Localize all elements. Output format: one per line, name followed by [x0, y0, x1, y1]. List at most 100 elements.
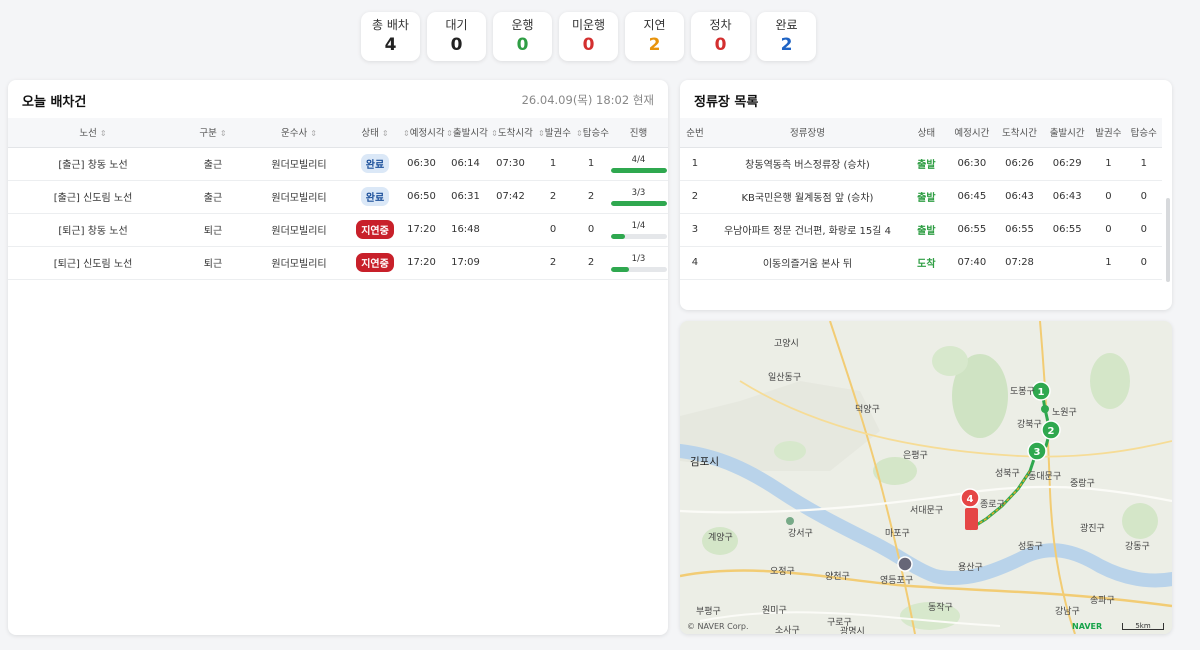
stat-card[interactable]: 총 배차 4 [361, 12, 420, 61]
progress-bar: 1/4 [610, 221, 667, 239]
dispatch-arrived-cell: 07:42 [488, 180, 533, 214]
dispatch-col-header[interactable]: 운수사 ⇕ [248, 118, 350, 148]
stop-arrived-cell: 06:55 [995, 213, 1044, 247]
stop-seq-cell: 1 [680, 147, 710, 181]
sort-icon[interactable]: ⇕ [100, 129, 107, 138]
naver-logo: NAVER [1072, 622, 1103, 631]
dispatch-row[interactable]: [출근] 창동 노선 출근 원더모빌리티 완료 06:30 06:14 07:30 1 1 4/4 [8, 147, 668, 181]
sort-icon[interactable]: ⇕ [576, 129, 583, 138]
route-map[interactable]: 1 2 3 4 고양시 일산동구 덕양구 도봉구 노원구 강북구 김포시 은평구… [680, 321, 1172, 634]
dispatch-col-header[interactable]: ⇕발권수 [533, 118, 573, 148]
dispatch-boarded-cell: 2 [573, 246, 609, 280]
map-label: 강동구 [1125, 542, 1150, 552]
map-marker-2[interactable]: 2 [1041, 420, 1061, 440]
stop-status-cell: 출발 [904, 213, 948, 247]
stop-row[interactable]: 2 KB국민은행 월계동점 앞 (승차) 출발 06:45 06:43 06:43 0 0 [680, 180, 1162, 214]
stop-boarded-cell: 1 [1125, 147, 1162, 181]
dispatch-progress-cell: 3/3 [609, 180, 668, 214]
stop-row[interactable]: 1 창동역동측 버스정류장 (승차) 출발 06:30 06:26 06:29 1 1 [680, 147, 1162, 181]
stops-col-header: 출발시간 [1043, 118, 1092, 148]
stops-col-header: 예정시간 [947, 118, 996, 148]
sort-icon[interactable]: ⇕ [310, 129, 317, 138]
map-marker-3[interactable]: 3 [1027, 441, 1047, 461]
stop-seq-cell: 4 [680, 246, 710, 280]
dispatch-tickets-cell: 1 [533, 147, 573, 181]
stop-status-cell: 출발 [904, 147, 948, 181]
map-label: 소사구 [775, 626, 800, 634]
map-label: 종로구 [980, 500, 1005, 510]
stop-scheduled-cell: 06:55 [947, 213, 996, 247]
stat-value: 0 [516, 34, 529, 55]
stat-label: 지연 [643, 17, 666, 32]
map-label: 성동구 [1018, 542, 1043, 552]
dispatch-route-cell: [퇴근] 신도림 노선 [8, 246, 178, 280]
dispatch-progress-cell: 1/4 [609, 213, 668, 247]
stat-card[interactable]: 정차 0 [691, 12, 750, 61]
dispatch-type-cell: 퇴근 [178, 246, 248, 280]
map-label: 광명시 [840, 627, 865, 634]
map-canvas[interactable]: 1 2 3 4 [680, 321, 1172, 634]
dispatch-col-header[interactable]: ⇕예정시각 [400, 118, 445, 148]
sort-icon[interactable]: ⇕ [491, 129, 498, 138]
stop-tickets-cell: 1 [1091, 246, 1126, 280]
dispatch-arrived-cell: 07:30 [488, 147, 533, 181]
map-label: 덕양구 [855, 405, 880, 415]
map-label: 영등포구 [880, 576, 914, 586]
map-label: 동작구 [928, 603, 953, 613]
dispatch-progress-cell: 4/4 [609, 147, 668, 181]
map-marker-4-label: 4 [967, 494, 974, 505]
stops-col-header: 순번 [680, 118, 710, 148]
map-label: 일산동구 [768, 373, 802, 383]
stop-boarded-cell: 0 [1125, 180, 1162, 214]
dispatch-type-cell: 출근 [178, 180, 248, 214]
sort-icon[interactable]: ⇕ [403, 129, 410, 138]
dispatch-route-cell: [출근] 신도림 노선 [8, 180, 178, 214]
dispatch-tickets-cell: 2 [533, 180, 573, 214]
stat-value: 4 [384, 34, 397, 55]
stat-card[interactable]: 완료 2 [757, 12, 816, 61]
dispatch-col-header[interactable]: 상태 ⇕ [350, 118, 400, 148]
map-label: 원미구 [762, 606, 787, 616]
column-label: 운수사 [281, 128, 308, 140]
stops-col-header: 정류장명 [709, 118, 905, 148]
stat-card[interactable]: 대기 0 [427, 12, 486, 61]
dispatch-col-header[interactable]: ⇕출발시각 [443, 118, 488, 148]
dispatch-row[interactable]: [퇴근] 신도림 노선 퇴근 원더모빌리티 지연중 17:20 17:09 2 2 1/3 [8, 246, 668, 280]
dispatch-panel: 오늘 배차건 26.04.09(목) 18:02 현재 노선 ⇕ 구분 ⇕ 운수사 ⇕ 상태… [8, 80, 668, 635]
progress-text: 3/3 [631, 187, 646, 198]
stat-label: 대기 [445, 17, 468, 32]
dispatch-status-cell: 지연중 [350, 246, 400, 280]
dispatch-col-header[interactable]: 노선 ⇕ [8, 118, 178, 148]
stops-table: 순번 정류장명 상태 예정시간 도착시간 출발시간 발권수 탑승수 1 창동역동측 버스정류장 … [680, 118, 1162, 280]
dispatch-row[interactable]: [퇴근] 창동 노선 퇴근 원더모빌리티 지연중 17:20 16:48 0 0 1/4 [8, 213, 668, 247]
stat-card[interactable]: 운행 0 [493, 12, 552, 61]
dispatch-col-header[interactable]: ⇕도착시각 [488, 118, 533, 148]
map-copyright: © NAVER Corp. [687, 622, 749, 631]
stop-row[interactable]: 4 이동의즐거움 본사 뒤 도착 07:40 07:28 1 0 [680, 246, 1162, 280]
sort-icon[interactable]: ⇕ [538, 129, 545, 138]
dispatch-scheduled-cell: 17:20 [400, 213, 443, 247]
stat-card[interactable]: 지연 2 [625, 12, 684, 61]
stat-card[interactable]: 미운행 0 [559, 12, 618, 61]
dispatch-col-header[interactable]: 구분 ⇕ [178, 118, 248, 148]
stops-title: 정류장 목록 [694, 95, 759, 110]
sort-icon[interactable]: ⇕ [220, 129, 227, 138]
dispatch-row[interactable]: [출근] 신도림 노선 출근 원더모빌리티 완료 06:50 06:31 07:42 2 2 3/… [8, 180, 668, 214]
map-label: 양천구 [825, 572, 850, 582]
sort-icon[interactable]: ⇕ [446, 129, 453, 138]
progress-fill [610, 200, 667, 206]
dispatch-tickets-cell: 2 [533, 246, 573, 280]
stop-departed-cell [1043, 246, 1092, 280]
dispatch-route-cell: [출근] 창동 노선 [8, 147, 178, 181]
stat-label: 미운행 [571, 17, 606, 32]
progress-fill [610, 167, 667, 173]
stat-value: 0 [582, 34, 595, 55]
stop-row[interactable]: 3 우남아파트 정문 건너편, 화랑로 15길 4 출발 06:55 06:55 06:5… [680, 213, 1162, 247]
stops-scrollbar[interactable] [1166, 198, 1170, 282]
column-label: 예정시각 [409, 128, 445, 140]
stop-scheduled-cell: 07:40 [947, 246, 996, 280]
dispatch-col-header[interactable]: ⇕탑승수 [573, 118, 609, 148]
dispatch-status-cell: 완료 [350, 147, 400, 181]
dispatch-table: 노선 ⇕ 구분 ⇕ 운수사 ⇕ 상태 ⇕ ⇕예정시각 ⇕출발시각 ⇕도착시각 ⇕발권수 ⇕탑승수 진행 [… [8, 118, 668, 280]
sort-icon[interactable]: ⇕ [382, 129, 389, 138]
